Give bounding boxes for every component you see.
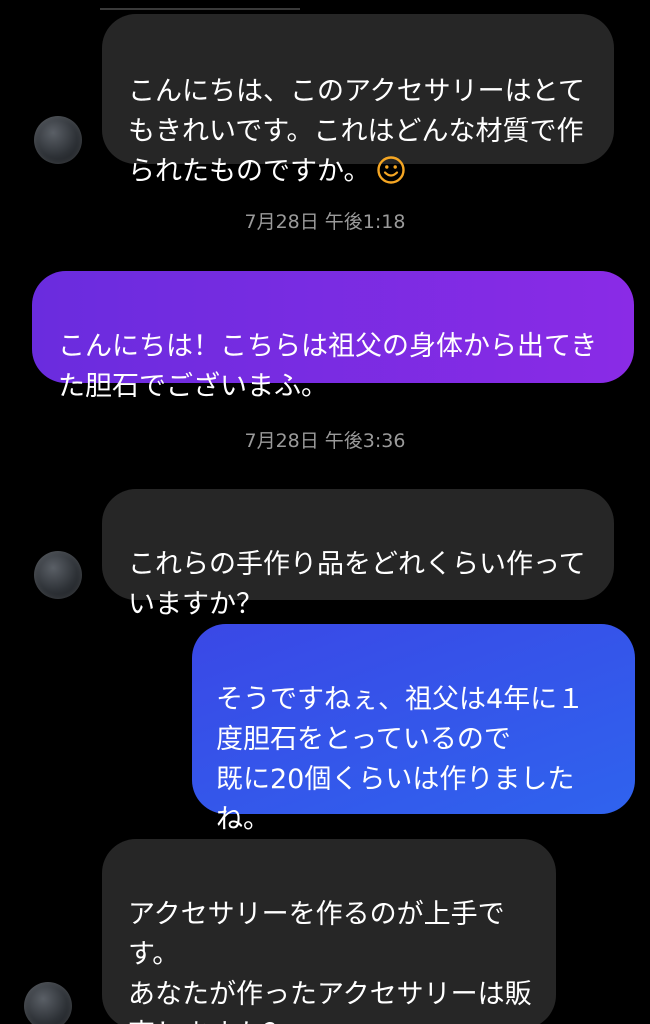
message-timestamp: 7月28日 午後3:36	[244, 430, 406, 452]
message-timestamp: 7月28日 午後1:18	[244, 211, 406, 233]
message-text: これらの手作り品をどれくらい作っていますか？	[128, 549, 586, 620]
message-text: こんにちは！こちらは祖父の身体から出てきた胆石でございまふ。	[58, 331, 598, 402]
sender-avatar[interactable]	[34, 551, 82, 599]
outgoing-message-bubble[interactable]: そうですねぇ、祖父は4年に１度胆石をとっているので 既に20個くらいは作りました…	[192, 624, 635, 835]
sender-avatar[interactable]	[24, 982, 72, 1024]
incoming-message-bubble[interactable]: こんにちは、このアクセサリーはとてもきれいです。これはどんな材質で作られたもので…	[102, 14, 614, 187]
message-thread[interactable]: こんにちは、このアクセサリーはとてもきれいです。これはどんな材質で作られたもので…	[0, 0, 650, 1024]
outgoing-message-bubble[interactable]: こんにちは！こちらは祖父の身体から出てきた胆石でございまふ。	[32, 271, 634, 402]
incoming-message-bubble[interactable]: アクセサリーを作るのが上手です。 あなたが作ったアクセサリーは販売しますか？	[102, 839, 556, 1024]
message-text: こんにちは、このアクセサリーはとてもきれいです。これはどんな材質で作られたもので…	[128, 76, 585, 187]
message-text: アクセサリーを作るのが上手です。 あなたが作ったアクセサリーは販売しますか？	[128, 899, 532, 1024]
message-text: そうですねぇ、祖父は4年に１度胆石をとっているので 既に20個くらいは作りました…	[216, 684, 585, 835]
divider	[100, 8, 300, 10]
incoming-message-bubble[interactable]: これらの手作り品をどれくらい作っていますか？	[102, 489, 614, 620]
sender-avatar[interactable]	[34, 116, 82, 164]
smile-emoji-icon	[377, 155, 406, 184]
